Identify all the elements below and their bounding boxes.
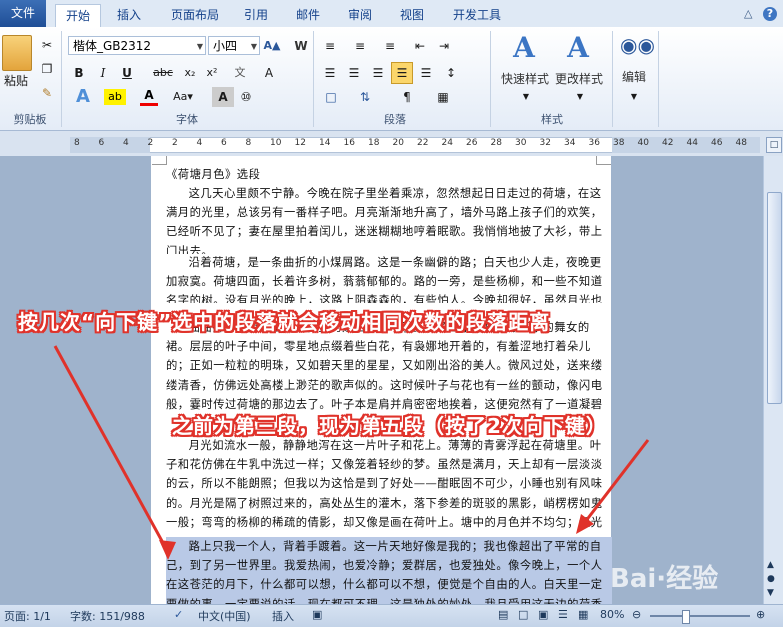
web-layout-icon[interactable]: ▣: [538, 608, 548, 621]
proofing-icon[interactable]: ✓: [174, 608, 183, 621]
arrow-head-left: [159, 540, 176, 560]
page-count[interactable]: 页面: 1/1: [4, 608, 51, 624]
arrow-head-right: [576, 514, 594, 534]
status-bar: 页面: 1/1 字数: 151/988 ✓ 中文(中国) 插入 ▣ ▤ □ ▣ …: [0, 604, 783, 627]
arrow-line-right: [580, 439, 650, 527]
print-layout-icon[interactable]: ▤: [498, 608, 508, 621]
outline-view-icon[interactable]: ☰: [558, 608, 568, 621]
insert-mode[interactable]: 插入: [272, 608, 294, 624]
watermark-logo: Bai·经验: [610, 564, 719, 594]
zoom-in-icon[interactable]: ⊕: [756, 608, 765, 621]
zoom-level[interactable]: 80%: [600, 608, 624, 621]
arrow-line-left: [53, 345, 170, 553]
callout-middle: 之前为第三段，现为第五段（按了2次向下键）: [172, 414, 607, 438]
language-indicator[interactable]: 中文(中国): [198, 608, 251, 624]
draft-view-icon[interactable]: ▦: [578, 608, 588, 621]
word-count[interactable]: 字数: 151/988: [70, 608, 145, 624]
full-screen-reading-icon[interactable]: □: [518, 608, 528, 621]
macro-recording-icon[interactable]: ▣: [312, 608, 322, 621]
zoom-slider[interactable]: [650, 615, 750, 617]
zoom-slider-thumb[interactable]: [682, 610, 690, 624]
callout-top: 按几次“向下键”选中的段落就会移动相同次数的段落距离: [18, 310, 551, 334]
zoom-out-icon[interactable]: ⊖: [632, 608, 641, 621]
